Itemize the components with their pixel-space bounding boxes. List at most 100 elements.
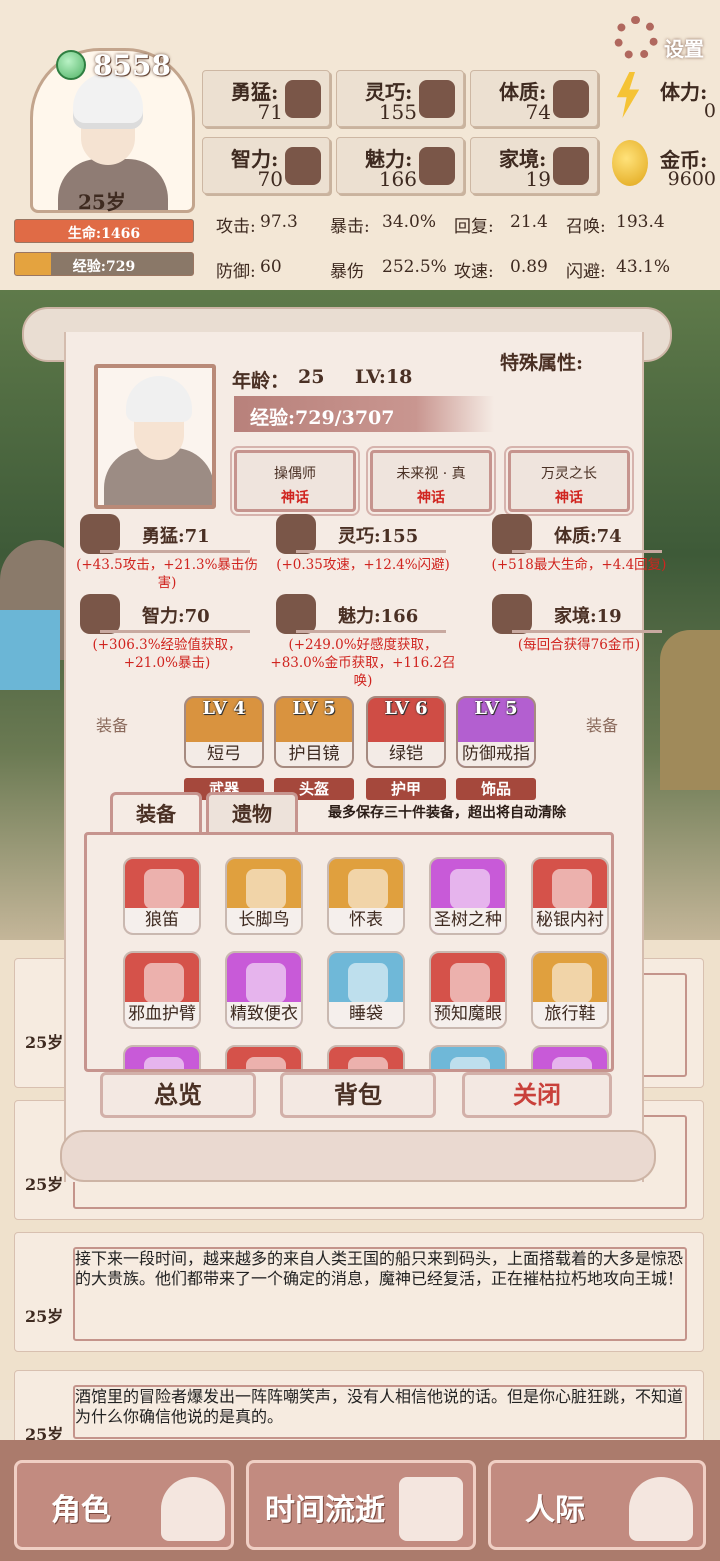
fist-icon	[80, 514, 120, 554]
equip-side-label-right: 装备	[586, 716, 619, 735]
age-value: 25	[298, 366, 325, 388]
inventory-item[interactable]: 怀表	[327, 857, 405, 935]
flower-icon	[276, 594, 316, 634]
attribute-divider	[512, 550, 662, 553]
settings-button[interactable]: 设置	[664, 33, 704, 62]
brain-icon	[80, 594, 120, 634]
inventory-item[interactable]: 睡袋	[327, 951, 405, 1029]
equipment-slot[interactable]: LV 6 绿铠	[366, 696, 446, 768]
inventory-item[interactable]: 精致便衣	[225, 951, 303, 1029]
mask-icon	[161, 1477, 225, 1541]
inventory-item[interactable]: 秘银内衬	[531, 857, 609, 935]
attribute-divider	[296, 630, 446, 633]
stat-value: 70	[257, 167, 283, 191]
inventory-item[interactable]	[123, 1045, 201, 1069]
inventory-item[interactable]: 邪血护臂	[123, 951, 201, 1029]
tab-equipment[interactable]: 装备	[110, 792, 202, 834]
attribute-divider	[100, 630, 250, 633]
arm-icon	[553, 80, 589, 118]
people-icon	[629, 1477, 693, 1541]
item-icon	[552, 1057, 592, 1069]
stat-value: 166	[378, 167, 417, 191]
character-modal: 年龄： 25 LV:18 特殊属性: 经验:729/3707 操偶师 神话 未来视 …	[22, 292, 672, 1187]
coat-icon	[246, 963, 286, 1003]
stat-tile: 家境: 19	[470, 137, 598, 194]
exp-progress-banner: 经验:729/3707	[234, 396, 494, 432]
combat-stat-value: 21.4	[510, 212, 548, 232]
bottom-nav: 角色 时间流逝 人际	[0, 1440, 720, 1561]
attribute-effect: (每回合获得76金币)	[517, 637, 641, 653]
nav-role-button[interactable]: 角色	[14, 1460, 234, 1550]
overview-button[interactable]: 总览	[100, 1072, 256, 1118]
item-name: 圣树之种	[431, 908, 505, 933]
inventory-item[interactable]: 旅行鞋	[531, 951, 609, 1029]
fist-icon	[285, 80, 321, 118]
sleeping-bag-icon	[348, 963, 388, 1003]
close-button[interactable]: 关闭	[462, 1072, 612, 1118]
exp-bar: 经验:729	[14, 252, 194, 276]
settings-gear-icon[interactable]	[614, 16, 658, 60]
equipment-name: 绿铠	[368, 742, 444, 766]
equip-side-label-left: 装备	[96, 716, 129, 735]
attribute-effect: (+0.35攻速，+12.4%闪避)	[276, 557, 450, 573]
log-text: 酒馆里的冒险者爆发出一阵阵嘲笑声，没有人相信他说的话。但是你心脏狂跳，不知道为什…	[75, 1387, 684, 1426]
log-card: 25岁 接下来一段时间，越来越多的来自人类王国的船只来到码头，上面搭载着的大多是惊…	[14, 1232, 704, 1352]
trait-card[interactable]: 万灵之长 神话	[508, 450, 630, 512]
attribute-name: 体质:74	[554, 526, 622, 547]
trait-card[interactable]: 未来视 · 真神话	[370, 450, 492, 512]
inventory-item[interactable]	[225, 1045, 303, 1069]
house-icon	[492, 594, 532, 634]
equipment-slot[interactable]: LV 5 防御戒指	[456, 696, 536, 768]
combat-stat-value: 252.5%	[382, 257, 447, 277]
inventory-item[interactable]: 狼笛	[123, 857, 201, 935]
combat-stat-label: 攻击:	[216, 217, 256, 237]
attribute-effect: (+43.5攻击，+21.3%暴击伤害)	[76, 557, 258, 591]
inventory-item[interactable]: 长脚鸟	[225, 857, 303, 935]
equipment-name: 护目镜	[276, 742, 352, 766]
item-icon	[348, 1057, 388, 1069]
equipment-level: LV 4	[202, 698, 246, 719]
item-name: 精致便衣	[227, 1002, 301, 1027]
tab-relics[interactable]: 遗物	[206, 792, 298, 834]
seed-icon	[450, 869, 490, 909]
item-name: 邪血护臂	[125, 1002, 199, 1027]
inventory-item[interactable]: 圣树之种	[429, 857, 507, 935]
level-value: LV:18	[355, 366, 413, 388]
item-name: 狼笛	[125, 908, 199, 933]
bag-button[interactable]: 背包	[280, 1072, 436, 1118]
attribute-name: 家境:19	[554, 606, 622, 627]
equipment-level: LV 6	[384, 698, 428, 719]
attribute-name: 灵巧:155	[338, 526, 419, 547]
equipment-slot[interactable]: LV 4 短弓	[184, 696, 264, 768]
stat-value: 71	[257, 100, 283, 124]
boot-icon	[552, 963, 592, 1003]
special-attributes-label: 特殊属性:	[500, 352, 584, 374]
storage-notice: 最多保存三十件装备，超出将自动清除	[328, 805, 566, 821]
stat-value: 155	[378, 100, 417, 124]
attribute-divider	[512, 630, 662, 633]
hourglass-icon	[399, 1477, 463, 1541]
nav-time-button[interactable]: 时间流逝	[246, 1460, 476, 1550]
inventory-item[interactable]	[531, 1045, 609, 1069]
score-value: 8558	[93, 49, 171, 82]
combat-stat-label: 闪避:	[566, 262, 606, 282]
trait-rarity: 神话	[555, 490, 583, 506]
attribute-divider	[296, 550, 446, 553]
nav-social-button[interactable]: 人际	[488, 1460, 706, 1550]
equipment-type: 饰品	[456, 778, 536, 800]
inventory-grid: 狼笛 长脚鸟 怀表 圣树之种 秘银内衬邪血护臂 精致便衣 睡袋 预知魔眼 旅行鞋	[84, 832, 614, 1072]
arm-icon	[492, 514, 532, 554]
stat-tile: 魅力: 166	[336, 137, 464, 194]
item-icon	[144, 1057, 184, 1069]
inventory-item[interactable]: 预知魔眼	[429, 951, 507, 1029]
combat-stat-label: 召唤:	[566, 217, 606, 237]
combat-stat-value: 193.4	[616, 212, 665, 232]
brain-icon	[285, 147, 321, 185]
gold-value: 9600	[667, 168, 716, 190]
trait-card[interactable]: 操偶师 神话	[234, 450, 356, 512]
combat-stat-value: 60	[260, 257, 282, 277]
equipment-slot[interactable]: LV 5 护目镜	[274, 696, 354, 768]
inventory-item[interactable]	[327, 1045, 405, 1069]
log-card: 25岁 酒馆里的冒险者爆发出一阵阵嘲笑声，没有人相信他说的话。但是你心脏狂跳，不知…	[14, 1370, 704, 1450]
inventory-item[interactable]	[429, 1045, 507, 1069]
